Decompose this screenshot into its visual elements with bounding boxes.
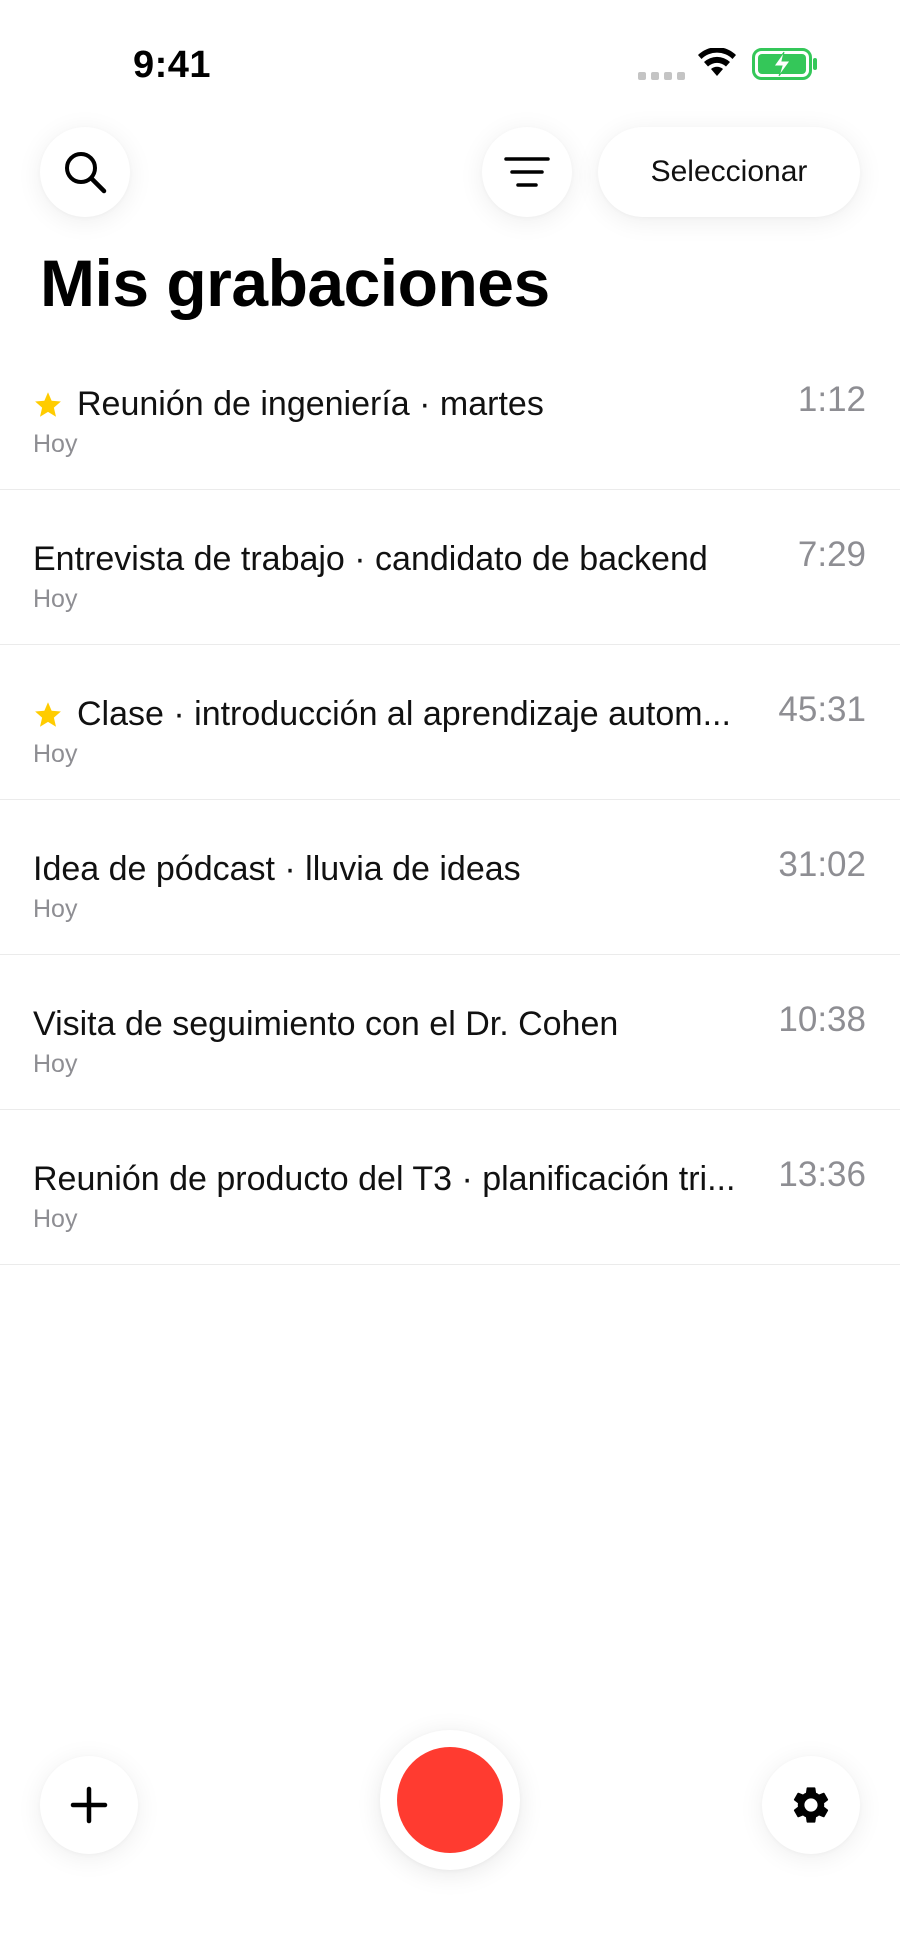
- recording-title: Entrevista de trabajo · candidato de bac…: [33, 540, 708, 578]
- record-icon: [397, 1747, 503, 1853]
- recording-title: Reunión de producto del T3 · planificaci…: [33, 1160, 736, 1198]
- add-button[interactable]: [40, 1756, 138, 1854]
- record-button[interactable]: [380, 1730, 520, 1870]
- wifi-icon: [698, 48, 736, 76]
- recording-row[interactable]: Reunión de ingeniería · martes Hoy 1:12: [0, 335, 900, 490]
- recording-title-line: Visita de seguimiento con el Dr. Cohen: [33, 1005, 758, 1044]
- recording-title-line: Reunión de producto del T3 · planificaci…: [33, 1160, 758, 1199]
- star-icon: [35, 701, 61, 727]
- filter-button[interactable]: [482, 127, 572, 217]
- search-button[interactable]: [40, 127, 130, 217]
- settings-button[interactable]: [762, 1756, 860, 1854]
- recording-title-line: Clase · introducción al aprendizaje auto…: [33, 695, 758, 734]
- recording-title: Idea de pódcast · lluvia de ideas: [33, 850, 521, 888]
- status-time: 9:41: [133, 44, 212, 86]
- plus-icon: [70, 1786, 108, 1824]
- recording-title-line: Reunión de ingeniería · martes: [33, 385, 758, 424]
- recording-duration: 31:02: [778, 845, 866, 884]
- recording-duration: 1:12: [797, 380, 866, 419]
- gear-icon: [793, 1787, 829, 1823]
- recording-row[interactable]: Clase · introducción al aprendizaje auto…: [0, 645, 900, 800]
- page-title: Mis grabaciones: [40, 246, 550, 320]
- recording-row[interactable]: Reunión de producto del T3 · planificaci…: [0, 1110, 900, 1265]
- recording-date: Hoy: [33, 430, 78, 458]
- recording-row[interactable]: Entrevista de trabajo · candidato de bac…: [0, 490, 900, 645]
- star-icon: [35, 391, 61, 417]
- recording-duration: 13:36: [778, 1155, 866, 1194]
- recording-date: Hoy: [33, 740, 78, 768]
- recording-duration: 10:38: [778, 1000, 866, 1039]
- signal-icon: [638, 72, 685, 80]
- recording-date: Hoy: [33, 1050, 78, 1078]
- recording-title: Reunión de ingeniería · martes: [77, 385, 544, 423]
- status-bar: 9:41: [0, 0, 900, 120]
- filter-icon: [504, 157, 550, 187]
- recording-row[interactable]: Idea de pódcast · lluvia de ideas Hoy 31…: [0, 800, 900, 955]
- battery-charging-icon: [752, 48, 817, 80]
- recording-title-line: Idea de pódcast · lluvia de ideas: [33, 850, 758, 889]
- recording-title: Visita de seguimiento con el Dr. Cohen: [33, 1005, 619, 1043]
- recording-duration: 45:31: [778, 690, 866, 729]
- recording-row[interactable]: Visita de seguimiento con el Dr. Cohen H…: [0, 955, 900, 1110]
- recording-date: Hoy: [33, 1205, 78, 1233]
- recording-duration: 7:29: [797, 535, 866, 574]
- select-button[interactable]: Seleccionar: [598, 127, 860, 217]
- recording-title: Clase · introducción al aprendizaje auto…: [77, 695, 731, 733]
- recording-date: Hoy: [33, 585, 78, 613]
- recording-title-line: Entrevista de trabajo · candidato de bac…: [33, 540, 758, 579]
- recording-date: Hoy: [33, 895, 78, 923]
- recordings-list: Reunión de ingeniería · martes Hoy 1:12 …: [0, 335, 900, 1265]
- search-icon: [65, 152, 107, 194]
